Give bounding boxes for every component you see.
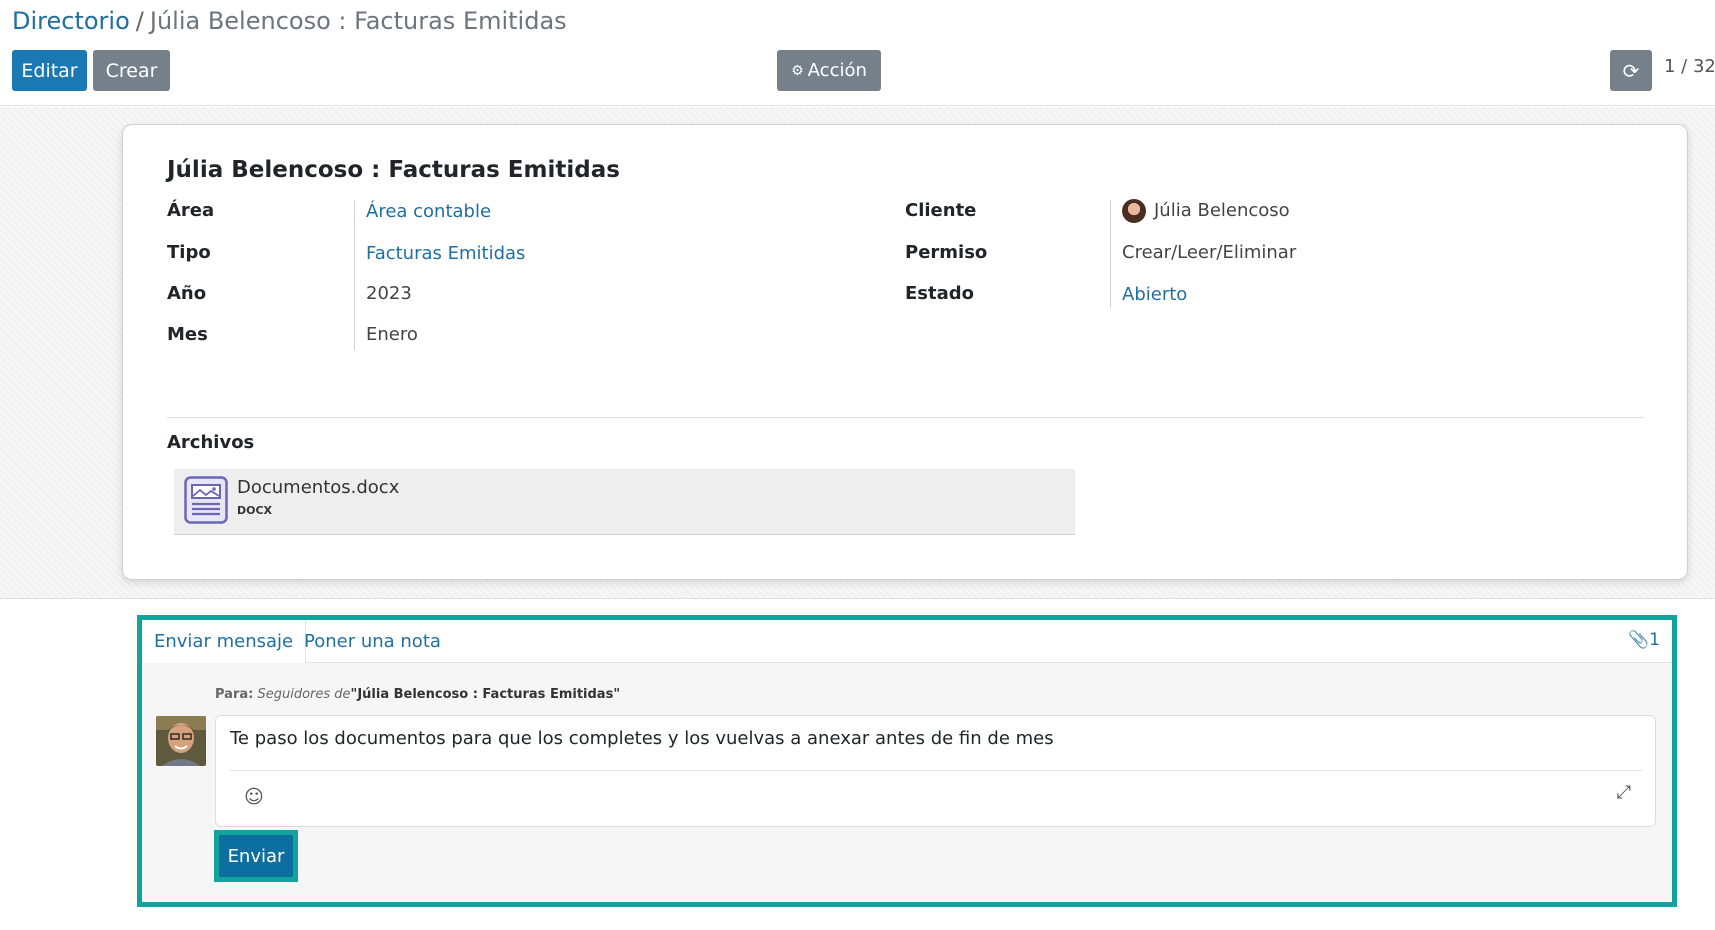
file-name: Documentos.docx — [237, 477, 400, 498]
field-value-estado[interactable]: Abierto — [1122, 284, 1187, 305]
field-label-mes: Mes — [167, 324, 208, 345]
field-value-cliente[interactable]: Júlia Belencoso — [1122, 199, 1290, 223]
field-label-anio: Año — [167, 283, 207, 304]
control-panel: Directorio / Júlia Belencoso : Facturas Em… — [0, 0, 1715, 106]
breadcrumb-separator: / — [135, 7, 144, 35]
recipients-line: Para: Seguidores de"Júlia Belencoso : Fa… — [215, 687, 620, 702]
field-value-anio: 2023 — [366, 283, 412, 304]
section-divider — [167, 417, 1645, 418]
file-extension: DOCX — [237, 504, 273, 517]
field-label-tipo: Tipo — [167, 242, 211, 263]
refresh-icon: ⟳ — [1622, 58, 1640, 83]
pager-value[interactable]: 1 / 32 — [1664, 56, 1715, 77]
author-photo — [156, 716, 206, 766]
form-sheet: Júlia Belencoso : Facturas Emitidas Área… — [122, 124, 1688, 580]
document-icon — [184, 476, 228, 524]
right-group-separator — [1110, 200, 1111, 308]
left-group-separator — [354, 200, 355, 350]
refresh-button[interactable]: ⟳ — [1610, 50, 1652, 91]
paperclip-icon: 📎 — [1628, 630, 1650, 650]
field-value-permiso: Crear/Leer/Eliminar — [1122, 242, 1297, 263]
field-label-estado: Estado — [905, 283, 975, 304]
recipients-followers: Seguidores de — [257, 687, 351, 702]
attachment-count: 1 — [1649, 630, 1660, 650]
create-button[interactable]: Crear — [93, 50, 170, 91]
files-label: Archivos — [167, 432, 255, 453]
field-label-area: Área — [167, 200, 215, 221]
client-avatar — [1122, 199, 1146, 223]
field-label-permiso: Permiso — [905, 242, 988, 263]
field-value-tipo[interactable]: Facturas Emitidas — [366, 243, 525, 264]
chatter-composer-panel: Enviar mensaje Poner una nota 📎1 Para: S… — [137, 615, 1677, 907]
edit-button[interactable]: Editar — [12, 50, 87, 91]
field-value-mes: Enero — [366, 324, 418, 345]
gear-icon: ⚙ — [791, 62, 804, 79]
tab-log-note[interactable]: Poner una nota — [292, 620, 453, 663]
attachments-button[interactable]: 📎1 — [1628, 630, 1660, 650]
chatter-tabs: Enviar mensaje Poner una nota 📎1 — [142, 620, 1672, 663]
send-button-highlight: Enviar — [214, 830, 298, 882]
client-name: Júlia Belencoso — [1154, 200, 1290, 221]
breadcrumb: Directorio / Júlia Belencoso : Facturas Em… — [12, 4, 567, 38]
recipients-record: "Júlia Belencoso : Facturas Emitidas" — [350, 687, 621, 702]
author-avatar — [156, 716, 206, 766]
emoji-icon[interactable]: ☺ — [244, 786, 264, 808]
field-label-cliente: Cliente — [905, 200, 977, 221]
message-input[interactable]: Te paso los documentos para que los comp… — [230, 728, 1054, 749]
message-composer[interactable]: Te paso los documentos para que los comp… — [215, 715, 1656, 827]
file-attachment[interactable]: Documentos.docx DOCX — [174, 469, 1075, 535]
action-button-label: Acción — [807, 60, 867, 81]
action-dropdown-button[interactable]: ⚙ Acción — [777, 50, 881, 91]
expand-icon[interactable]: ⤢ — [1617, 782, 1631, 803]
breadcrumb-directorio-link[interactable]: Directorio — [12, 7, 130, 35]
record-title: Júlia Belencoso : Facturas Emitidas — [167, 157, 620, 183]
composer-divider — [230, 770, 1642, 771]
field-value-area[interactable]: Área contable — [366, 201, 491, 222]
recipients-prefix: Para: — [215, 687, 254, 702]
send-button[interactable]: Enviar — [219, 835, 293, 877]
breadcrumb-current: Júlia Belencoso : Facturas Emitidas — [149, 7, 567, 35]
tab-send-message[interactable]: Enviar mensaje — [142, 620, 307, 663]
